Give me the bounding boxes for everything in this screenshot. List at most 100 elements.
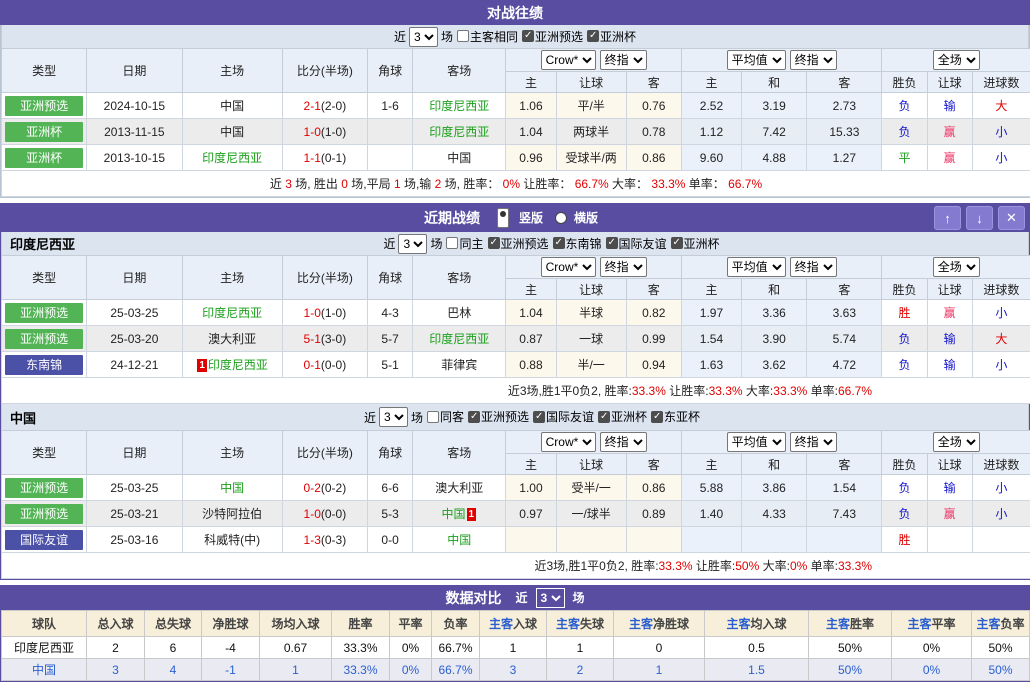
near-label: 近 <box>394 28 406 45</box>
odds-cell: 受球半/两 <box>556 145 626 171</box>
col-away: 客场 <box>413 49 506 93</box>
bookmaker-select[interactable]: Crow* <box>541 432 596 452</box>
filter-checkbox[interactable]: 亚洲预选 <box>468 408 529 425</box>
avg-cell <box>807 527 882 553</box>
avg-cell: 7.42 <box>742 119 807 145</box>
sub-column-header: 客 <box>626 72 681 93</box>
date-cell: 25-03-21 <box>87 501 182 527</box>
filter-checkbox[interactable]: 国际友谊 <box>606 235 667 252</box>
compare-row: 中国34-1133.3%0%66.7%3211.550%0%50% <box>2 659 1030 681</box>
score-half: (0-3) <box>321 533 346 547</box>
avg-cell: 1.97 <box>681 300 741 326</box>
bookmaker-stage-select[interactable]: 终指 <box>600 50 647 70</box>
stat-cell: 1 <box>480 637 547 659</box>
bookmaker-select[interactable]: Crow* <box>541 50 596 70</box>
close-button[interactable]: ✕ <box>998 206 1025 230</box>
stat-cell: 2 <box>547 659 614 681</box>
bookmaker-stage-select[interactable]: 终指 <box>600 432 647 452</box>
bookmaker-select[interactable]: Crow* <box>541 257 596 277</box>
filter-checkbox[interactable]: 同主 <box>446 235 483 252</box>
competition-badge: 亚洲杯 <box>5 148 83 168</box>
team-cell[interactable]: 中国 <box>2 659 87 681</box>
compare-column-header: 平率 <box>390 611 432 637</box>
compare-column-header: 净胜球 <box>202 611 260 637</box>
checkbox-icon <box>553 237 565 249</box>
filter-checkbox[interactable]: 同客 <box>427 408 464 425</box>
odds-cell: 1.00 <box>506 475 556 501</box>
result-cell: 输 <box>927 475 972 501</box>
stat-cell: 1 <box>614 659 705 681</box>
score-main: 0-2 <box>304 481 321 495</box>
compare-section: 数据对比 近 3 场 球队总入球总失球净胜球场均入球胜率平率负率主客入球主客失球… <box>0 585 1030 682</box>
move-down-button[interactable]: ↓ <box>966 206 993 230</box>
home-team-cell: 中国 <box>182 93 282 119</box>
sub-column-header: 和 <box>742 72 807 93</box>
filter-checkbox[interactable]: 亚洲杯 <box>671 235 720 252</box>
sub-column-header: 胜负 <box>882 454 927 475</box>
result-cell: 赢 <box>927 501 972 527</box>
checkbox-icon <box>598 411 610 423</box>
period-select[interactable]: 3 <box>379 407 408 427</box>
away-team-cell: 印度尼西亚 <box>413 119 506 145</box>
compare-column-header: 主客平率 <box>892 611 972 637</box>
period-select[interactable]: 3 <box>536 588 565 608</box>
sub-column-header: 主 <box>681 72 741 93</box>
summary-text: 3 <box>285 177 292 191</box>
type-cell: 亚洲预选 <box>2 93 87 119</box>
filter-checkbox[interactable]: 亚洲预选 <box>488 235 549 252</box>
avg-cell: 3.86 <box>742 475 807 501</box>
avg-cell: 4.33 <box>742 501 807 527</box>
away-team-cell: 中国1 <box>413 501 506 527</box>
summary-text: 近 <box>270 177 285 191</box>
stat-cell: 0% <box>892 659 972 681</box>
filter-checkbox[interactable]: 亚洲杯 <box>587 28 636 45</box>
period-select[interactable]: 3 <box>398 234 427 254</box>
average-stage-select[interactable]: 终指 <box>790 50 837 70</box>
average-select[interactable]: 平均值 <box>727 432 786 452</box>
average-select[interactable]: 平均值 <box>727 50 786 70</box>
view-mode-radio[interactable] <box>555 212 567 224</box>
average-stage-select[interactable]: 终指 <box>790 432 837 452</box>
period-select[interactable]: 3 <box>409 27 438 47</box>
summary-text: 场,平局 <box>348 177 394 191</box>
move-up-button[interactable]: ↑ <box>934 206 961 230</box>
filter-checkbox[interactable]: 东南锦 <box>553 235 602 252</box>
odds-cell: 受半/一 <box>556 475 626 501</box>
col-corner: 角球 <box>368 49 413 93</box>
filter-checkbox[interactable]: 国际友谊 <box>533 408 594 425</box>
checkbox-icon <box>457 30 469 42</box>
odds-cell: 0.96 <box>506 145 556 171</box>
team-cell: 印度尼西亚 <box>2 637 87 659</box>
scope-select[interactable]: 全场 <box>933 432 980 452</box>
filter-checkbox[interactable]: 东亚杯 <box>651 408 700 425</box>
average-stage-select[interactable]: 终指 <box>790 257 837 277</box>
score-half: (0-0) <box>321 358 346 372</box>
bookmaker-stage-select[interactable]: 终指 <box>600 257 647 277</box>
stat-cell: 0% <box>390 659 432 681</box>
odds-cell: 平/半 <box>556 93 626 119</box>
result-cell: 负 <box>882 326 927 352</box>
avg-cell: 4.72 <box>807 352 882 378</box>
result-cell: 小 <box>972 300 1030 326</box>
red-card-badge: 1 <box>197 359 207 372</box>
away-team-cell: 巴林 <box>413 300 506 326</box>
indonesia-filter-row: 印度尼西亚 近 3 场 同主亚洲预选东南锦国际友谊亚洲杯 <box>1 232 1029 255</box>
odds-cell: 0.94 <box>626 352 681 378</box>
h2h-match-table: 类型 日期 主场 比分(半场) 角球 客场 Crow*终指 平均值终指 全场 <box>1 48 1030 197</box>
home-team-cell: 印度尼西亚 <box>182 145 282 171</box>
score-cell: 1-0(1-0) <box>282 119 367 145</box>
avg-cell: 7.43 <box>807 501 882 527</box>
checkbox-label: 亚洲杯 <box>611 408 647 425</box>
filter-checkbox[interactable]: 亚洲杯 <box>598 408 647 425</box>
col-home: 主场 <box>182 256 282 300</box>
summary-row: 近3场,胜1平0负2, 胜率:33.3% 让胜率:33.3% 大率:33.3% … <box>2 378 1030 404</box>
scope-select[interactable]: 全场 <box>933 257 980 277</box>
result-cell: 负 <box>882 352 927 378</box>
filter-checkbox[interactable]: 亚洲预选 <box>522 28 583 45</box>
stat-cell: 1 <box>260 659 332 681</box>
view-mode-radio[interactable] <box>497 208 509 228</box>
scope-select[interactable]: 全场 <box>933 50 980 70</box>
summary-text: 33.3% <box>632 384 666 398</box>
average-select[interactable]: 平均值 <box>727 257 786 277</box>
filter-checkbox[interactable]: 主客相同 <box>457 28 518 45</box>
